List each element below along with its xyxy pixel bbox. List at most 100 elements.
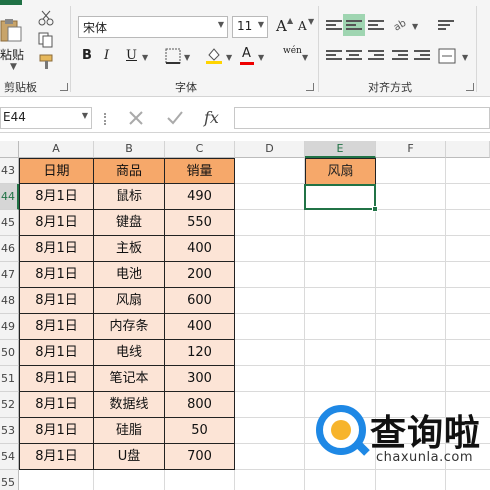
row-header-49[interactable]: 49 xyxy=(0,314,19,340)
row-header-48[interactable]: 48 xyxy=(0,288,19,314)
border-dropdown-icon[interactable]: ▼ xyxy=(184,53,190,62)
select-all-corner[interactable] xyxy=(0,141,19,158)
table-cell[interactable]: 8月1日 xyxy=(19,184,94,210)
table-cell[interactable]: 8月1日 xyxy=(19,444,94,470)
merge-center-icon[interactable] xyxy=(438,48,456,64)
table-cell[interactable]: 电线 xyxy=(94,340,165,366)
row-header-44[interactable]: 44 xyxy=(0,184,19,210)
row-header-50[interactable]: 50 xyxy=(0,340,19,366)
table-cell[interactable]: 8月1日 xyxy=(19,418,94,444)
bold-button[interactable]: B xyxy=(82,48,92,63)
table-cell[interactable]: 300 xyxy=(165,366,235,392)
table-cell[interactable]: 风扇 xyxy=(94,288,165,314)
column-header-f[interactable]: F xyxy=(376,141,446,158)
font-size-dropdown[interactable]: 11 ▼ xyxy=(232,16,268,38)
column-header-c[interactable]: C xyxy=(165,141,235,158)
row-header-45[interactable]: 45 xyxy=(0,210,19,236)
shrink-font-button[interactable]: A xyxy=(298,19,307,33)
column-header-a[interactable]: A xyxy=(19,141,94,158)
table-cell[interactable]: 8月1日 xyxy=(19,236,94,262)
font-launcher-icon[interactable] xyxy=(306,83,314,91)
table-cell[interactable]: 400 xyxy=(165,236,235,262)
column-header-g[interactable] xyxy=(446,141,490,158)
table-cell[interactable]: 笔记本 xyxy=(94,366,165,392)
align-left-icon[interactable] xyxy=(326,50,342,62)
column-header-b[interactable]: B xyxy=(94,141,165,158)
align-center-icon[interactable] xyxy=(346,50,362,62)
table-cell[interactable]: U盘 xyxy=(94,444,165,470)
table-cell[interactable]: 鼠标 xyxy=(94,184,165,210)
table-cell[interactable]: 600 xyxy=(165,288,235,314)
orientation-icon[interactable]: ab xyxy=(392,16,410,32)
alignment-launcher-icon[interactable] xyxy=(466,83,474,91)
clipboard-launcher-icon[interactable] xyxy=(60,83,68,91)
enter-icon[interactable] xyxy=(166,110,184,126)
paste-button-label[interactable]: 粘贴 xyxy=(0,46,24,63)
e43-header-cell[interactable]: 风扇 xyxy=(305,158,376,185)
selected-cell-e44[interactable] xyxy=(304,184,376,210)
italic-button[interactable]: I xyxy=(104,48,109,63)
increase-indent-icon[interactable] xyxy=(414,50,430,62)
file-tab-strip[interactable] xyxy=(0,0,22,5)
fill-color-dropdown-icon[interactable]: ▼ xyxy=(226,53,232,62)
align-bottom-icon[interactable] xyxy=(368,20,384,32)
format-painter-icon[interactable] xyxy=(36,54,56,70)
phonetic-dropdown-icon[interactable]: ▼ xyxy=(302,53,308,62)
table-cell[interactable]: 50 xyxy=(165,418,235,444)
cancel-icon[interactable] xyxy=(128,110,144,126)
column-header-e[interactable]: E xyxy=(305,141,376,158)
font-color-button[interactable]: A xyxy=(242,46,251,61)
name-box[interactable]: E44 ▼ xyxy=(0,107,92,129)
row-header-53[interactable]: 53 xyxy=(0,418,19,444)
table-cell[interactable]: 8月1日 xyxy=(19,340,94,366)
table-cell[interactable]: 硅脂 xyxy=(94,418,165,444)
merge-dropdown-icon[interactable]: ▼ xyxy=(462,53,468,62)
underline-dropdown-icon[interactable]: ▼ xyxy=(142,53,148,62)
cut-icon[interactable] xyxy=(36,10,56,26)
table-cell[interactable]: 键盘 xyxy=(94,210,165,236)
table-cell[interactable]: 400 xyxy=(165,314,235,340)
align-top-icon[interactable] xyxy=(326,20,342,32)
table-header-cell[interactable]: 商品 xyxy=(94,158,165,184)
copy-icon[interactable] xyxy=(36,32,56,48)
font-color-dropdown-icon[interactable]: ▼ xyxy=(258,53,264,62)
table-cell[interactable]: 数据线 xyxy=(94,392,165,418)
formula-bar-grip-icon[interactable] xyxy=(104,113,106,125)
table-cell[interactable]: 内存条 xyxy=(94,314,165,340)
fill-handle[interactable] xyxy=(372,206,378,212)
paste-icon[interactable] xyxy=(0,18,22,42)
table-header-cell[interactable]: 日期 xyxy=(19,158,94,184)
font-name-dropdown[interactable]: 宋体 ▼ xyxy=(78,16,228,38)
row-header-43[interactable]: 43 xyxy=(0,158,19,184)
underline-button[interactable]: U xyxy=(126,48,137,63)
table-cell[interactable]: 550 xyxy=(165,210,235,236)
formula-input[interactable] xyxy=(234,107,490,129)
align-right-icon[interactable] xyxy=(368,50,384,62)
fill-color-icon[interactable] xyxy=(205,46,223,64)
row-header-47[interactable]: 47 xyxy=(0,262,19,288)
table-header-cell[interactable]: 销量 xyxy=(165,158,235,184)
orientation-dropdown-icon[interactable]: ▼ xyxy=(412,22,418,31)
paste-dropdown-icon[interactable]: ▼ xyxy=(10,62,17,72)
table-cell[interactable]: 主板 xyxy=(94,236,165,262)
table-cell[interactable]: 8月1日 xyxy=(19,314,94,340)
table-cell[interactable]: 490 xyxy=(165,184,235,210)
table-cell[interactable]: 120 xyxy=(165,340,235,366)
decrease-indent-icon[interactable] xyxy=(392,50,408,62)
row-header-51[interactable]: 51 xyxy=(0,366,19,392)
row-header-55[interactable]: 55 xyxy=(0,470,19,490)
table-cell[interactable]: 8月1日 xyxy=(19,392,94,418)
column-header-d[interactable]: D xyxy=(235,141,305,158)
align-middle-icon[interactable] xyxy=(346,20,362,32)
table-cell[interactable]: 8月1日 xyxy=(19,288,94,314)
row-header-54[interactable]: 54 xyxy=(0,444,19,470)
table-cell[interactable]: 8月1日 xyxy=(19,366,94,392)
border-icon[interactable] xyxy=(165,48,181,64)
table-cell[interactable]: 200 xyxy=(165,262,235,288)
wrap-text-icon[interactable] xyxy=(438,20,454,32)
table-cell[interactable]: 700 xyxy=(165,444,235,470)
row-header-52[interactable]: 52 xyxy=(0,392,19,418)
insert-function-button[interactable]: fx xyxy=(204,108,219,127)
row-header-46[interactable]: 46 xyxy=(0,236,19,262)
table-cell[interactable]: 8月1日 xyxy=(19,262,94,288)
